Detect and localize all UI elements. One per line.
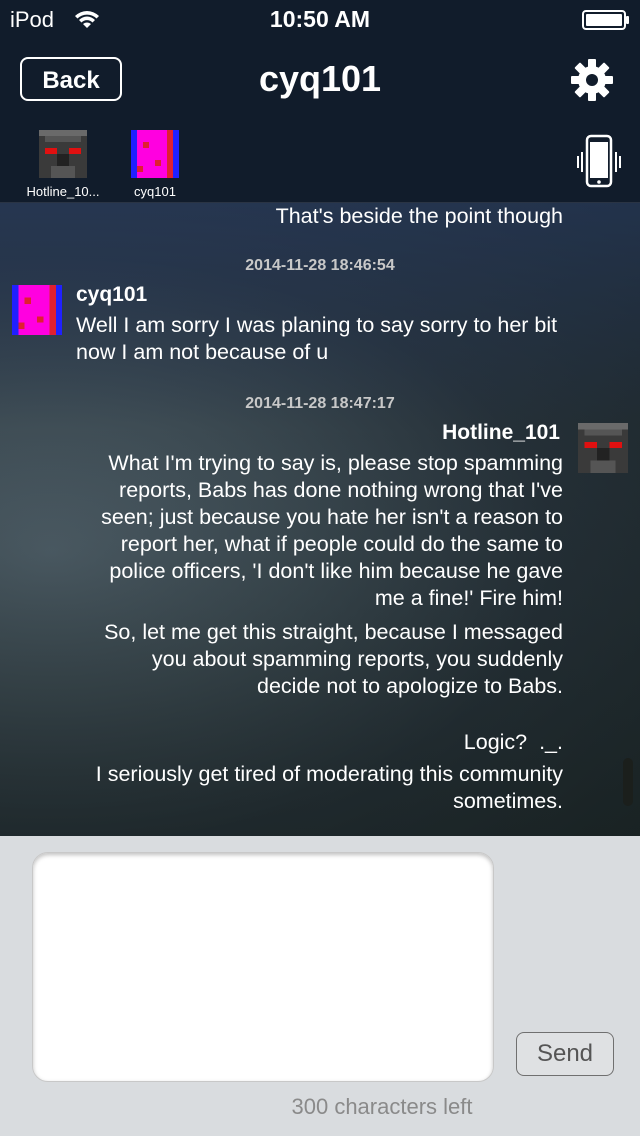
scrollbar[interactable] xyxy=(623,758,633,806)
avatar xyxy=(131,130,179,178)
members-strip: Hotline_10... cyq101 xyxy=(0,122,640,203)
message-text: Well I am sorry I was planing to say sor… xyxy=(76,313,558,364)
member-name: Hotline_10... xyxy=(26,184,100,199)
timestamp: 2014-11-28 18:46:54 xyxy=(245,257,395,274)
avatar xyxy=(39,130,87,178)
sender-name: cyq101 xyxy=(76,283,148,306)
sender-name: Hotline_101 xyxy=(442,421,560,444)
message-input[interactable] xyxy=(32,852,494,1082)
message-text: I seriously get tired of moderating this… xyxy=(95,762,563,813)
member-name: cyq101 xyxy=(134,184,176,199)
message-text: Logic? ._. xyxy=(463,730,563,754)
navigation-bar: Back cyq101 xyxy=(0,40,640,123)
chat-log[interactable]: That's beside the point though 2014-11-2… xyxy=(0,203,640,836)
member-cyq101[interactable]: cyq101 xyxy=(110,130,200,199)
avatar xyxy=(12,285,62,335)
send-button[interactable]: Send xyxy=(516,1032,614,1076)
avatar xyxy=(578,423,628,473)
compose-area: Send 300 characters left xyxy=(0,836,640,1136)
battery-icon xyxy=(582,10,629,30)
message-text: That's beside the point though xyxy=(275,204,563,228)
phone-vibrate-icon[interactable] xyxy=(576,134,622,190)
characters-left-label: 300 characters left xyxy=(291,1094,473,1119)
page-title: cyq101 xyxy=(258,58,382,99)
timestamp: 2014-11-28 18:47:17 xyxy=(245,395,395,412)
member-hotline[interactable]: Hotline_10... xyxy=(18,130,108,199)
message-text: So, let me get this straight, because I … xyxy=(104,620,563,698)
gear-icon[interactable] xyxy=(570,58,614,102)
message-text: What I'm trying to say is, please stop s… xyxy=(101,451,563,610)
clock: 10:50 AM xyxy=(269,6,371,32)
status-bar: iPod 10:50 AM xyxy=(0,0,640,40)
